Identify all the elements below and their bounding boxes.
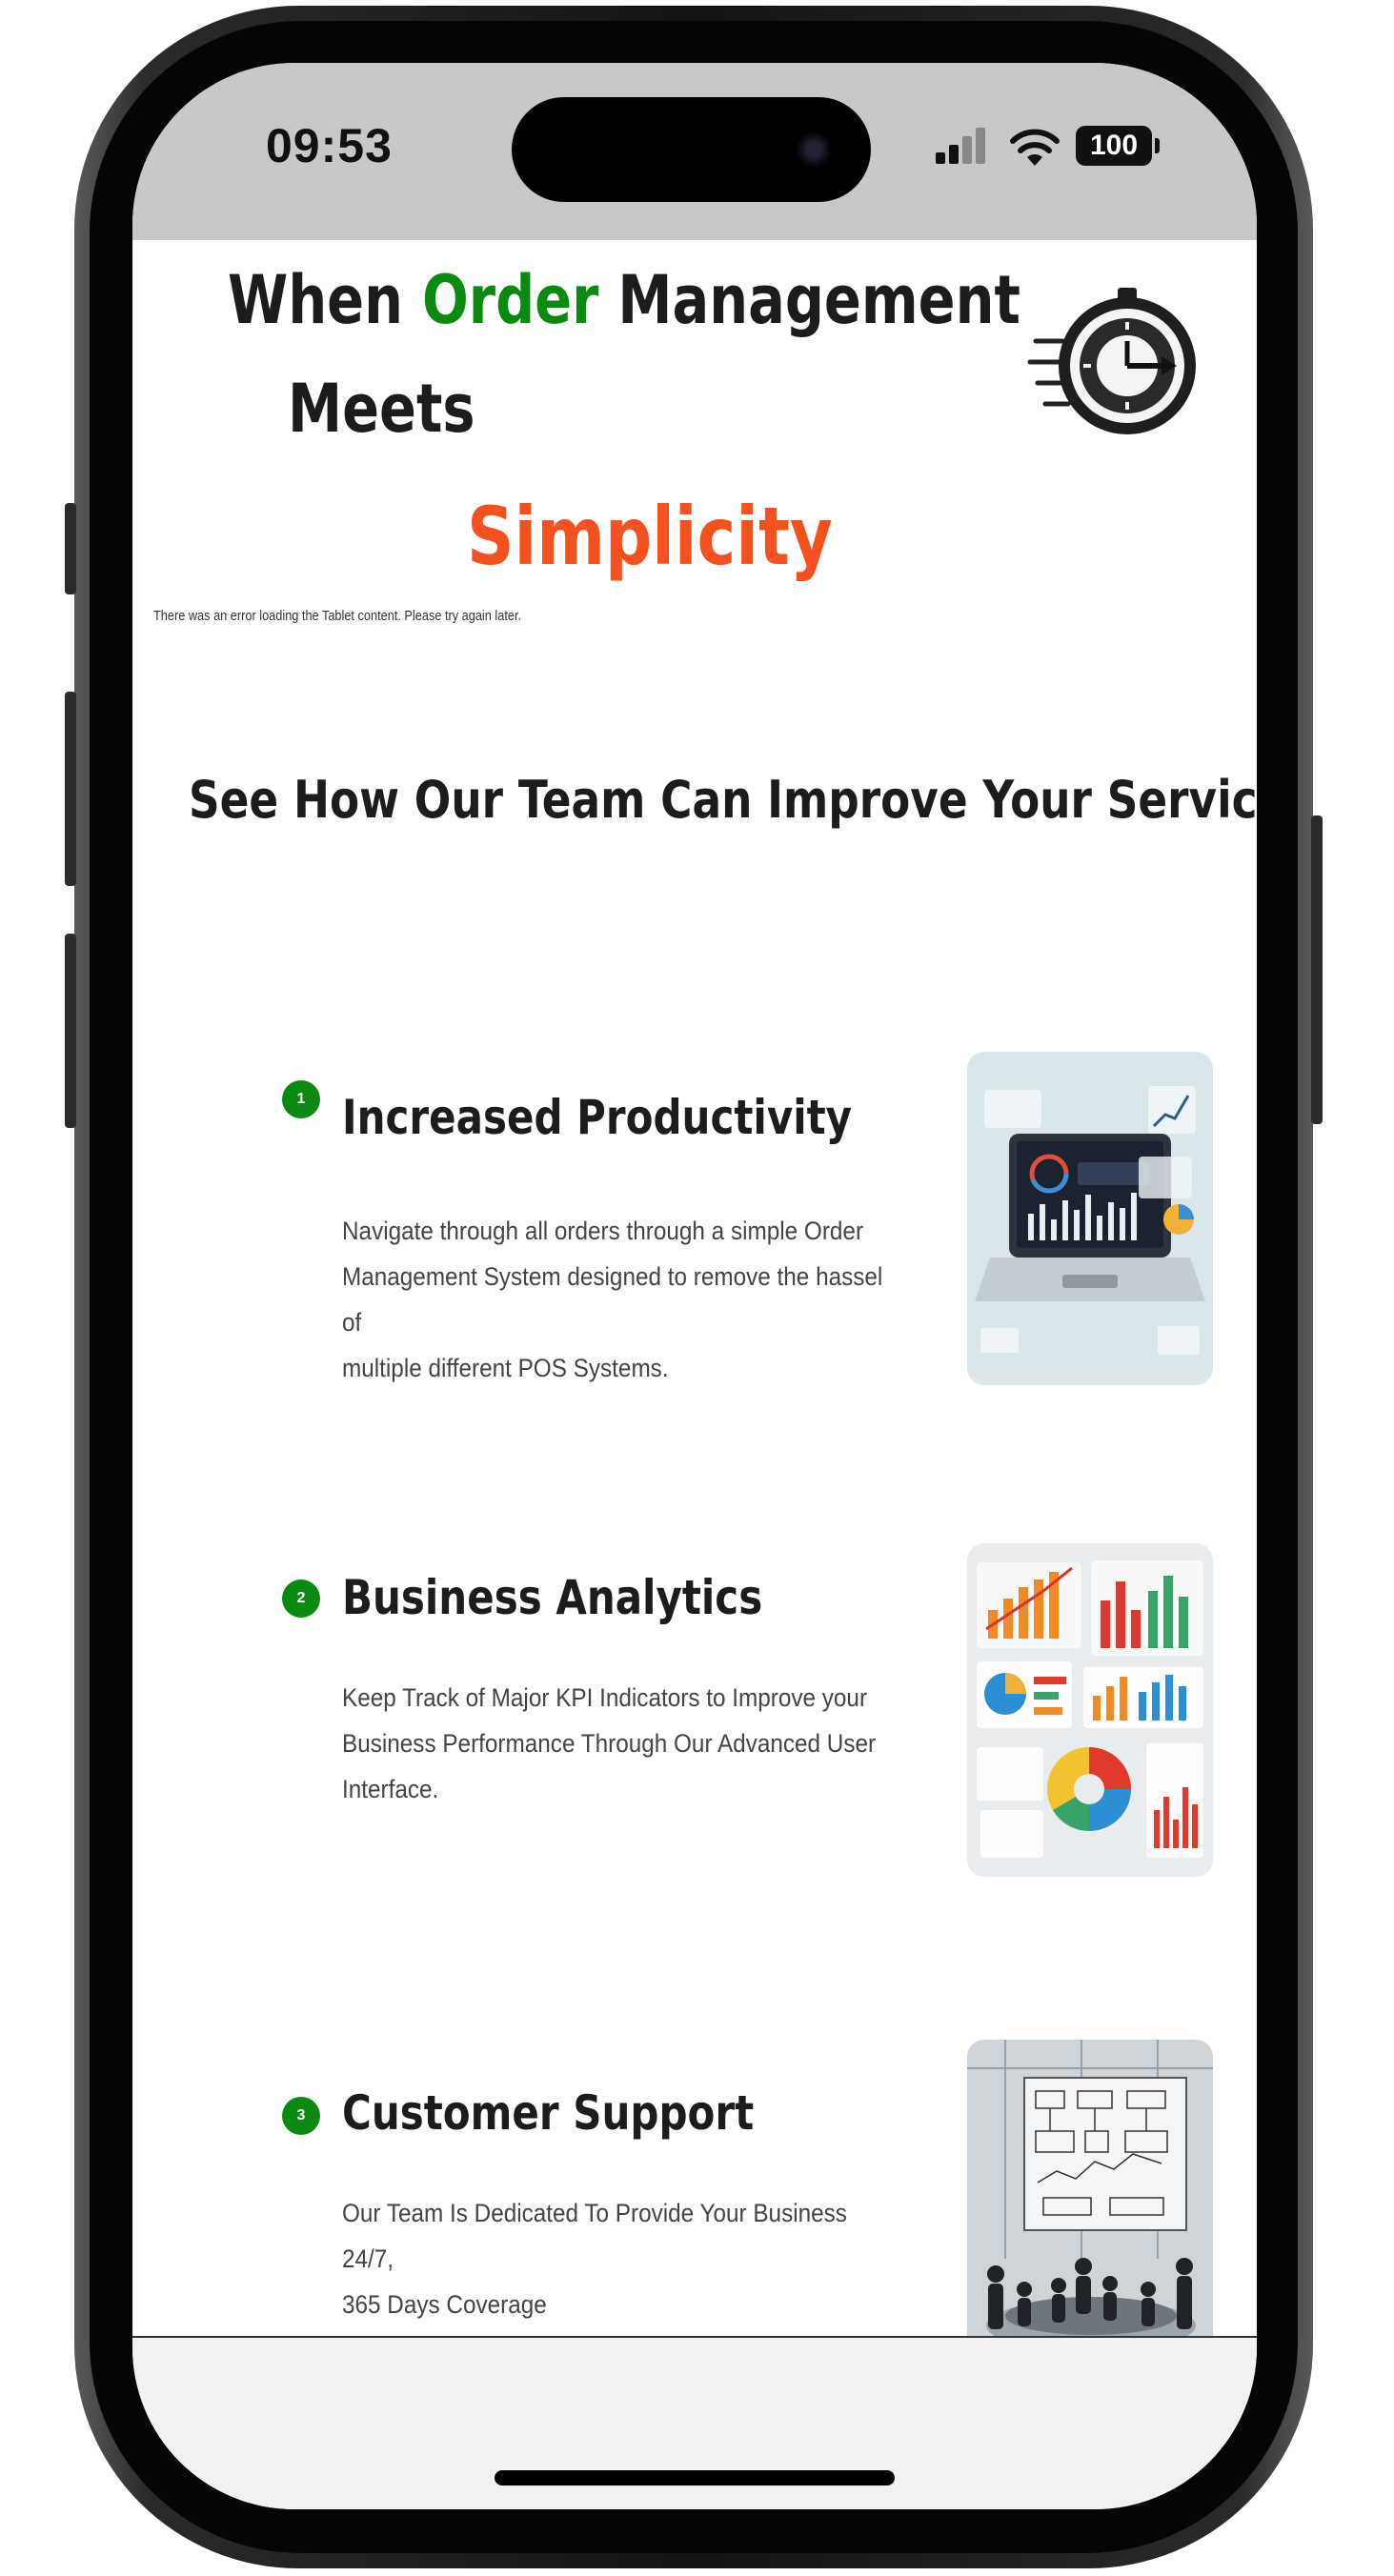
laptop-dashboard-illustration bbox=[967, 1052, 1213, 1385]
hero-line-1: When Order Management bbox=[228, 261, 1020, 339]
stopwatch-icon bbox=[1027, 288, 1196, 434]
feature-description: Our Team Is Dedicated To Provide Your Bu… bbox=[342, 2190, 891, 2327]
hero-line-3: Simplicity bbox=[467, 490, 833, 583]
feature-description-line: Keep Track of Major KPI Indicators to Im… bbox=[342, 1683, 868, 1712]
power-button bbox=[1311, 815, 1323, 1124]
analytics-charts-illustration bbox=[967, 1543, 1213, 1877]
wifi-icon bbox=[1010, 129, 1060, 166]
feature-description-line: Business Performance Through Our Advance… bbox=[342, 1729, 877, 1758]
feature-item-productivity: 1 Increased Productivity Navigate throug… bbox=[132, 1052, 1257, 1395]
feature-description: Navigate through all orders through a si… bbox=[342, 1208, 891, 1391]
volume-down-button bbox=[65, 934, 76, 1128]
section-title: See How Our Team Can Improve Your Servic… bbox=[189, 770, 1257, 830]
hero-text-order: Order bbox=[421, 261, 599, 339]
feature-item-support: 3 Customer Support Our Team Is Dedicated… bbox=[132, 2040, 1257, 2383]
action-button bbox=[65, 503, 76, 594]
phone-screen: 09:53 100 When Order Management Meets Si… bbox=[132, 63, 1257, 2509]
feature-description-line: Management System designed to remove the… bbox=[342, 1262, 883, 1337]
status-bar: 09:53 100 bbox=[132, 63, 1257, 240]
feature-description: Keep Track of Major KPI Indicators to Im… bbox=[342, 1675, 891, 1812]
feature-description-line: Navigate through all orders through a si… bbox=[342, 1217, 864, 1245]
cellular-signal-icon bbox=[936, 128, 993, 164]
team-meeting-illustration bbox=[967, 2040, 1213, 2373]
feature-description-line: Interface. bbox=[342, 1775, 439, 1803]
feature-description-line: 365 Days Coverage bbox=[342, 2290, 547, 2319]
feature-description-line: Our Team Is Dedicated To Provide Your Bu… bbox=[342, 2199, 847, 2273]
status-time: 09:53 bbox=[266, 119, 393, 172]
feature-description-line: multiple different POS Systems. bbox=[342, 1354, 669, 1382]
feature-title: Increased Productivity bbox=[342, 1090, 853, 1145]
feature-number-badge: 3 bbox=[282, 2097, 320, 2135]
feature-title: Customer Support bbox=[342, 2085, 755, 2141]
hero-line-2: Meets bbox=[288, 370, 475, 448]
hero-text-when: When bbox=[228, 261, 422, 339]
page-content: When Order Management Meets Simplicity T… bbox=[132, 240, 1257, 2373]
feature-title: Business Analytics bbox=[342, 1570, 763, 1625]
feature-number-badge: 2 bbox=[282, 1580, 320, 1618]
camera-icon bbox=[797, 132, 831, 167]
battery-icon: 100 bbox=[1076, 126, 1160, 166]
feature-number-badge: 1 bbox=[282, 1080, 320, 1118]
volume-up-button bbox=[65, 692, 76, 886]
error-message: There was an error loading the Tablet co… bbox=[153, 608, 522, 624]
home-indicator[interactable] bbox=[495, 2470, 895, 2485]
hero-text-management: Management bbox=[598, 261, 1020, 339]
feature-item-analytics: 2 Business Analytics Keep Track of Major… bbox=[132, 1543, 1257, 1886]
